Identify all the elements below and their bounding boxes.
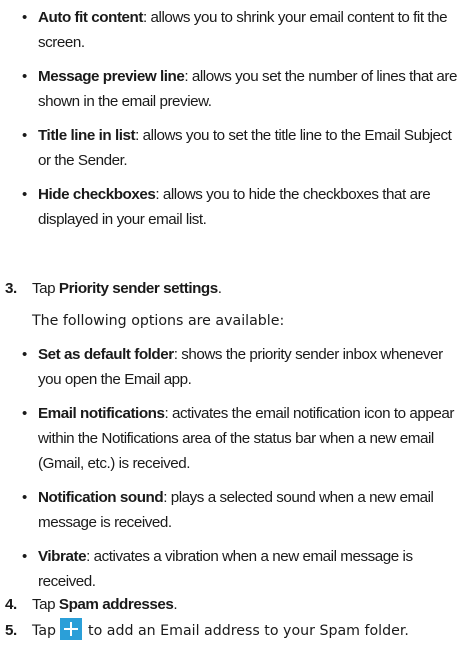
step-3: 3. Tap Priority sender settings. [5, 276, 222, 301]
step-prefix: Tap [32, 623, 57, 639]
step-suffix: . [173, 596, 178, 613]
option-term: Hide checkboxes [38, 186, 156, 203]
plus-icon [60, 618, 83, 640]
step-5: 5. Tap to add an Email address to your Spa… [5, 618, 409, 644]
bullet-dot: • [22, 127, 27, 144]
option-term: Auto fit content [38, 9, 143, 26]
display-options-list: • Auto fit content: allows you to shrink… [0, 5, 475, 241]
option-description: : activates a vibration when a new email… [38, 548, 413, 590]
option-term: Notification sound [38, 489, 164, 506]
options-intro: The following options are available: [32, 313, 285, 329]
list-item-email-notifications: • Email notifications: activates the ema… [0, 401, 475, 476]
option-term: Message preview line [38, 68, 185, 85]
option-term: Title line in list [38, 127, 136, 144]
step-number: 5. [5, 622, 17, 639]
list-item-message-preview-line: • Message preview line: allows you set t… [0, 64, 475, 114]
step-prefix: Tap [32, 280, 59, 297]
list-item-auto-fit-content: • Auto fit content: allows you to shrink… [0, 5, 475, 55]
step-prefix: Tap [32, 596, 59, 613]
bullet-dot: • [22, 346, 27, 363]
option-term: Set as default folder [38, 346, 174, 363]
step-number: 4. [5, 596, 17, 613]
list-item-hide-checkboxes: • Hide checkboxes: allows you to hide th… [0, 182, 475, 232]
option-term: Email notifications [38, 405, 165, 422]
option-term: Vibrate [38, 548, 87, 565]
bullet-dot: • [22, 9, 27, 26]
list-item-notification-sound: • Notification sound: plays a selected s… [0, 485, 475, 535]
list-item-set-as-default-folder: • Set as default folder: shows the prior… [0, 342, 475, 392]
step-suffix: to add an Email address to your Spam fol… [88, 623, 409, 639]
bullet-dot: • [22, 405, 27, 422]
bullet-dot: • [22, 186, 27, 203]
bullet-dot: • [22, 489, 27, 506]
step-suffix: . [217, 280, 222, 297]
list-item-vibrate: • Vibrate: activates a vibration when a … [0, 544, 475, 594]
bullet-dot: • [22, 68, 27, 85]
priority-sender-options-list: • Set as default folder: shows the prior… [0, 342, 475, 603]
step-4: 4. Tap Spam addresses. [5, 592, 178, 617]
list-item-title-line-in-list: • Title line in list: allows you to set … [0, 123, 475, 173]
step-number: 3. [5, 280, 17, 297]
step-term: Priority sender settings [58, 280, 218, 297]
bullet-dot: • [22, 548, 27, 565]
manual-page: • Auto fit content: allows you to shrink… [0, 0, 475, 648]
step-term: Spam addresses [58, 596, 174, 613]
